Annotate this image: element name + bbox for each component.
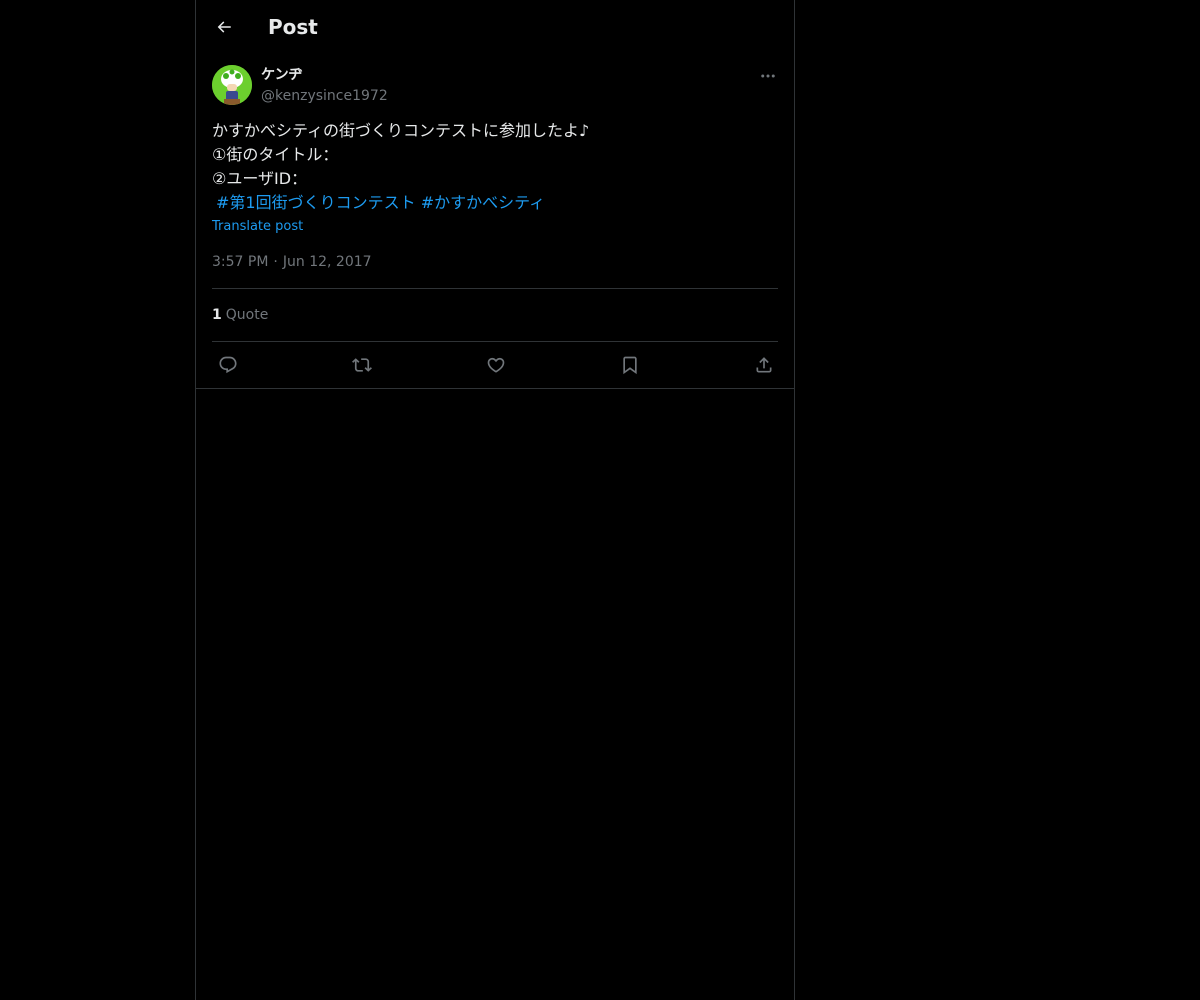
like-button[interactable]	[484, 353, 508, 377]
post-header: Post	[196, 0, 794, 54]
quote-count-link[interactable]: 1 Quote	[212, 305, 268, 325]
hashtag-link[interactable]: #かすかべシティ	[421, 193, 545, 212]
post-line: かすかべシティの街づくりコンテストに参加したよ♪	[212, 121, 590, 140]
action-bar	[196, 342, 794, 388]
post-date[interactable]: Jun 12, 2017	[283, 254, 372, 270]
post-line: ②ユーザID：	[212, 169, 308, 188]
quote-count: 1	[212, 307, 222, 323]
page-title: Post	[268, 15, 318, 39]
back-button[interactable]	[208, 11, 240, 43]
meta-separator: ·	[273, 254, 278, 270]
repost-button[interactable]	[350, 353, 374, 377]
post-time[interactable]: 3:57 PM	[212, 254, 268, 270]
quote-label: Quote	[225, 307, 269, 323]
display-name[interactable]: ケンヂ	[261, 65, 303, 85]
like-icon	[487, 357, 505, 373]
more-horizontal-icon	[761, 74, 775, 78]
user-handle[interactable]: @kenzysince1972	[261, 86, 388, 106]
repost-icon	[352, 358, 372, 372]
translate-post-link[interactable]: Translate post	[212, 218, 303, 236]
bookmark-icon	[623, 356, 637, 375]
arrow-left-icon	[217, 21, 231, 33]
avatar-mushroom-character-icon	[212, 65, 252, 105]
bookmark-button[interactable]	[618, 353, 642, 377]
hashtag-link[interactable]: #第1回街づくりコンテスト	[216, 193, 416, 212]
post-line: ①街のタイトル：	[212, 145, 339, 164]
hashtag-row: #第1回街づくりコンテスト #かすかべシティ	[212, 191, 772, 215]
post-text: かすかべシティの街づくりコンテストに参加したよ♪ ①街のタイトル： ②ユーザID…	[212, 119, 772, 215]
more-options-button[interactable]	[756, 64, 780, 88]
share-button[interactable]	[752, 353, 776, 377]
share-icon	[756, 357, 772, 373]
post-bottom-border	[196, 388, 794, 389]
primary-column: Post ケンヂ @kenzysince1972 かすかべシティの街づくりコンテ…	[195, 0, 795, 1000]
avatar[interactable]	[212, 65, 252, 105]
divider	[212, 288, 778, 289]
reply-icon	[219, 356, 237, 374]
post-timestamp[interactable]: 3:57 PM · Jun 12, 2017	[212, 252, 372, 272]
reply-button[interactable]	[216, 353, 240, 377]
